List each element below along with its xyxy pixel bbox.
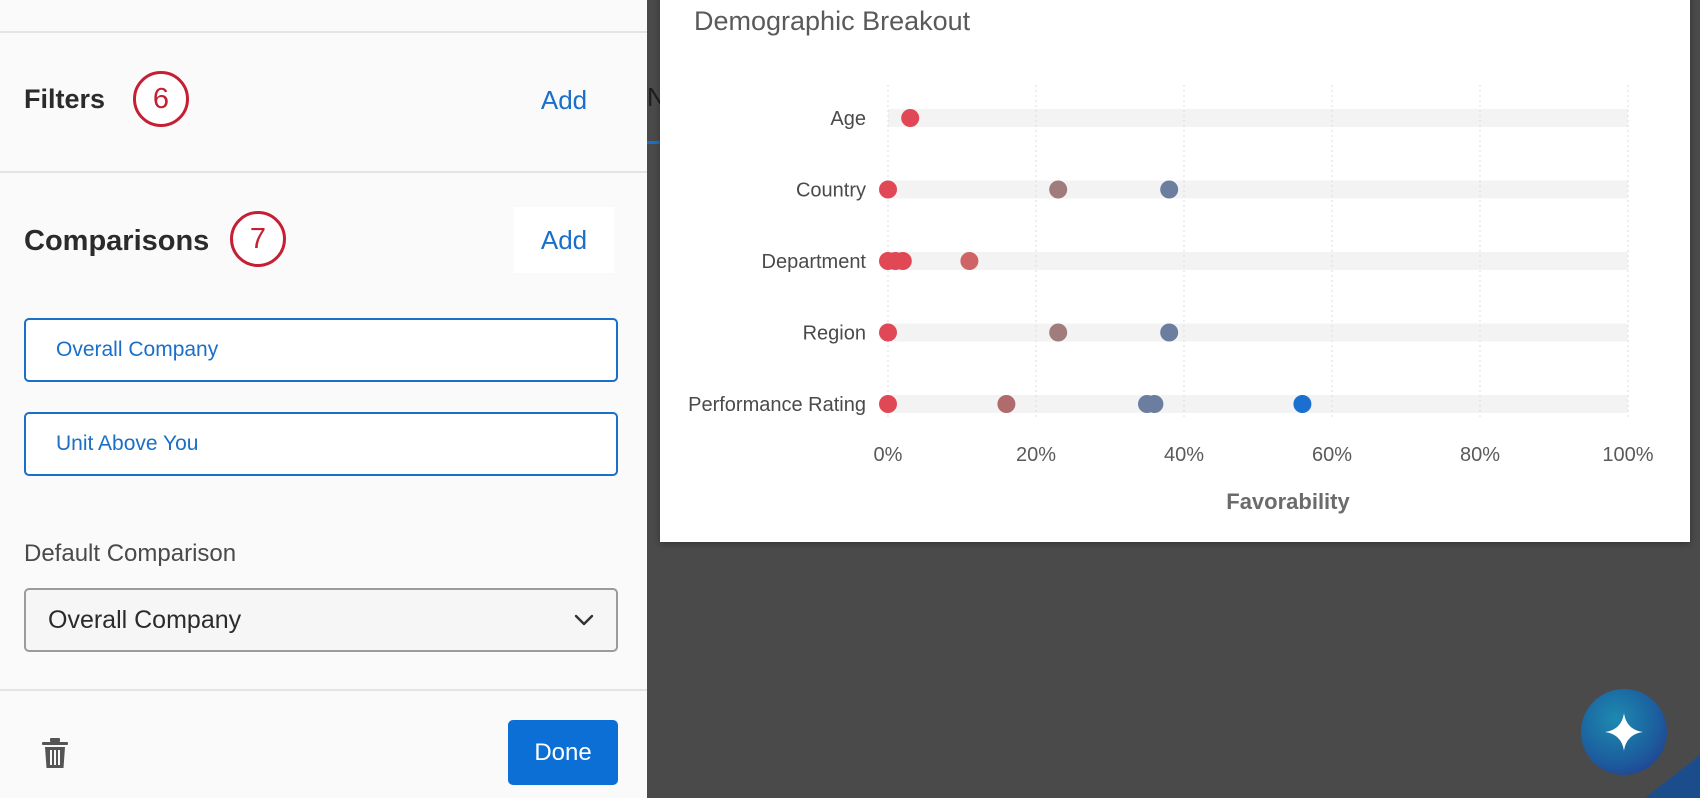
data-point xyxy=(1049,180,1068,199)
row-track xyxy=(888,109,1628,127)
x-tick-label: 0% xyxy=(874,444,903,466)
data-point xyxy=(1160,323,1179,342)
sparkle-icon xyxy=(1605,713,1643,751)
filters-heading: Filters xyxy=(24,84,106,114)
divider-top xyxy=(0,31,647,33)
category-label: Department xyxy=(762,251,867,273)
step-badge-7: 7 xyxy=(230,211,286,267)
category-label: Age xyxy=(830,108,866,130)
data-point xyxy=(960,252,979,270)
x-axis-title: Favorability xyxy=(1226,489,1350,514)
trash-icon[interactable] xyxy=(40,737,70,769)
category-label: Country xyxy=(796,180,866,202)
corner-accent xyxy=(1645,755,1700,798)
row-track xyxy=(888,252,1628,270)
comparison-item-unit-above-you[interactable]: Unit Above You xyxy=(24,412,618,476)
background-tab-underline xyxy=(647,141,660,144)
comparisons-heading: Comparisons xyxy=(24,225,210,257)
data-point xyxy=(1160,180,1179,199)
row-track xyxy=(888,323,1628,342)
category-label: Performance Rating xyxy=(688,394,866,416)
row-track xyxy=(888,180,1628,199)
chevron-down-icon xyxy=(574,614,594,626)
add-comparison-button[interactable]: Add xyxy=(514,207,614,273)
default-comparison-select[interactable]: Overall Company xyxy=(24,588,618,652)
step-badge-6: 6 xyxy=(133,71,189,127)
add-filter-button[interactable]: Add xyxy=(514,67,614,133)
x-tick-label: 20% xyxy=(1016,444,1056,466)
data-point xyxy=(879,395,897,413)
default-comparison-value: Overall Company xyxy=(48,605,242,634)
data-point xyxy=(1049,323,1068,342)
data-point xyxy=(879,323,897,342)
settings-panel: Filters 6 Add Comparisons 7 Add Overall … xyxy=(0,0,647,798)
data-point xyxy=(1145,395,1164,413)
data-point xyxy=(893,252,912,270)
data-point xyxy=(879,180,897,199)
data-point xyxy=(1293,395,1312,413)
x-tick-label: 40% xyxy=(1164,444,1204,466)
done-button[interactable]: Done xyxy=(508,720,618,785)
data-point xyxy=(901,109,920,127)
chart-card: Demographic Breakout Age Country Departmen… xyxy=(660,0,1690,542)
category-label: Region xyxy=(803,323,866,345)
x-tick-label: 100% xyxy=(1602,444,1653,466)
data-point xyxy=(997,395,1016,413)
divider-footer xyxy=(0,689,647,691)
demographic-breakout-chart: Age Country Department Region Performance Ra… xyxy=(688,85,1654,514)
x-tick-label: 60% xyxy=(1312,444,1352,466)
default-comparison-label: Default Comparison xyxy=(24,540,237,567)
divider-filters xyxy=(0,171,647,173)
comparison-item-overall-company[interactable]: Overall Company xyxy=(24,318,618,382)
x-tick-label: 80% xyxy=(1460,444,1500,466)
